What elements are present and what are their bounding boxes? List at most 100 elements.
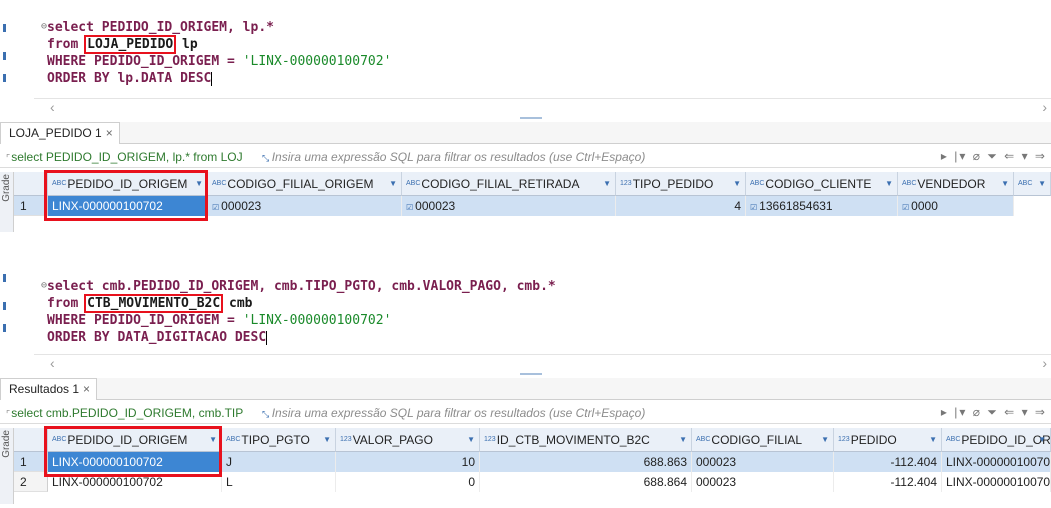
- sort-dropdown-icon[interactable]: ▼: [679, 428, 687, 451]
- column-header[interactable]: ABCCODIGO_FILIAL_ORIGEM ▼: [208, 172, 402, 196]
- sql-alias: lp: [174, 37, 198, 52]
- sql-line-2: from CTB_MOVIMENTO_B2C cmb: [47, 294, 253, 313]
- sort-dropdown-icon[interactable]: ▼: [467, 428, 475, 451]
- column-header[interactable]: 123PEDIDO ▼: [834, 428, 942, 452]
- panel-splitter[interactable]: [520, 371, 542, 376]
- sort-dropdown-icon[interactable]: ▼: [1038, 172, 1046, 195]
- sql-line-4: ORDER BY DATA_DIGITACAO DESC: [47, 330, 268, 346]
- row-number-header: [14, 428, 48, 452]
- column-header[interactable]: ABCTIPO_PGTO ▼: [222, 428, 336, 452]
- sql-string: 'LINX-000000100702': [242, 54, 392, 69]
- sql-line-3: WHERE PEDIDO_ID_ORIGEM = 'LINX-000000100…: [47, 54, 391, 70]
- table-cell[interactable]: LINX-00000010070: [942, 452, 1051, 472]
- column-header[interactable]: ABCCODIGO_CLIENTE ▼: [746, 172, 898, 196]
- scroll-right-icon[interactable]: ›: [1042, 355, 1047, 371]
- column-header[interactable]: 123TIPO_PEDIDO ▼: [616, 172, 746, 196]
- sort-dropdown-icon[interactable]: ▼: [1001, 172, 1009, 195]
- table-cell[interactable]: ☑ 000023: [402, 196, 616, 216]
- column-header[interactable]: ABCCODIGO_FILIAL ▼: [692, 428, 834, 452]
- table-cell[interactable]: -112.404: [834, 452, 942, 472]
- cell-value: 688.864: [643, 475, 687, 489]
- cell-value: 000023: [221, 199, 262, 213]
- table-cell[interactable]: ☑ 13661854631: [746, 196, 898, 216]
- sort-dropdown-icon[interactable]: ▼: [323, 428, 331, 451]
- table-cell[interactable]: -112.404: [834, 472, 942, 492]
- grid-side-tab[interactable]: Grade: [0, 172, 14, 232]
- cell-value: J: [226, 455, 232, 469]
- sql-line-2: from LOJA_PEDIDO lp: [47, 35, 198, 54]
- sql-line-3: WHERE PEDIDO_ID_ORIGEM = 'LINX-000000100…: [47, 313, 391, 329]
- sort-dropdown-icon[interactable]: ▼: [821, 428, 829, 451]
- row-number[interactable]: 1: [14, 196, 48, 216]
- tab-loja-pedido-1[interactable]: LOJA_PEDIDO 1 ×: [0, 122, 120, 144]
- sql-line-1: select cmb.PEDIDO_ID_ORIGEM, cmb.TIPO_PG…: [47, 279, 556, 295]
- highlight-box: [44, 426, 222, 477]
- table-cell[interactable]: 000023: [692, 452, 834, 472]
- table-cell[interactable]: J: [222, 452, 336, 472]
- table-cell[interactable]: ☑ 0000: [898, 196, 1014, 216]
- sql-editor[interactable]: ⊖ select cmb.PEDIDO_ID_ORIGEM, cmb.TIPO_…: [0, 262, 1051, 346]
- close-icon[interactable]: ×: [106, 126, 113, 140]
- cell-value: 4: [734, 199, 741, 213]
- expand-icon: ⤡: [262, 153, 272, 163]
- row-number[interactable]: 1: [14, 452, 48, 472]
- editor-horizontal-scrollbar[interactable]: ‹ ›: [34, 354, 1051, 371]
- filter-toolbar[interactable]: ▸ |▾ ⌀ ⏷ ⇐ ▾ ⇒: [941, 405, 1047, 420]
- column-header-label: VALOR_PAGO: [352, 433, 433, 447]
- column-header[interactable]: 123ID_CTB_MOVIMENTO_B2C ▼: [480, 428, 692, 452]
- panel-splitter[interactable]: [520, 115, 542, 120]
- sort-dropdown-icon[interactable]: ▼: [885, 172, 893, 195]
- sql-text: DATA_DIGITACAO: [109, 330, 235, 345]
- column-header[interactable]: ABC ▼: [1014, 172, 1051, 196]
- filter-query[interactable]: ⌜select PEDIDO_ID_ORIGEM, lp.* from LOJ: [6, 150, 243, 164]
- row-number[interactable]: 2: [14, 472, 48, 492]
- table-cell[interactable]: 688.863: [480, 452, 692, 472]
- table-name-highlight: LOJA_PEDIDO: [84, 35, 177, 54]
- grid-side-tab[interactable]: Grade: [0, 428, 14, 504]
- table-cell[interactable]: 000023: [692, 472, 834, 492]
- text-caret: [211, 71, 213, 86]
- filter-bar[interactable]: ⌜select PEDIDO_ID_ORIGEM, lp.* from LOJ …: [0, 146, 1051, 168]
- sort-dropdown-icon[interactable]: ▼: [389, 172, 397, 195]
- column-header-label: CODIGO_FILIAL: [711, 433, 803, 447]
- close-icon[interactable]: ×: [83, 382, 90, 396]
- sort-dropdown-icon[interactable]: ▼: [733, 172, 741, 195]
- table-cell[interactable]: LINX-00000010070: [942, 472, 1051, 492]
- filter-toolbar[interactable]: ▸ |▾ ⌀ ⏷ ⇐ ▾ ⇒: [941, 149, 1047, 164]
- column-header-label: TIPO_PGTO: [241, 433, 310, 447]
- text-caret: [266, 330, 268, 345]
- filter-input[interactable]: ⤡ Insira uma expressão SQL para filtrar …: [262, 406, 645, 420]
- table-cell[interactable]: 4: [616, 196, 746, 216]
- scroll-left-icon[interactable]: ‹: [50, 99, 55, 115]
- grid-side-label: Grade: [1, 174, 12, 202]
- column-header-label: CODIGO_CLIENTE: [765, 177, 872, 191]
- result-grid[interactable]: Grade ABCPEDIDO_ID_ORIGEM ▼ ABCCODIGO_FILI…: [0, 170, 1051, 232]
- type-icon: ABC: [750, 180, 765, 187]
- column-header[interactable]: ABCVENDEDOR ▼: [898, 172, 1014, 196]
- filter-input[interactable]: ⤡ Insira uma expressão SQL para filtrar …: [262, 150, 645, 164]
- column-header[interactable]: ABCCODIGO_FILIAL_RETIRADA ▼: [402, 172, 616, 196]
- table-cell[interactable]: ☑ 000023: [208, 196, 402, 216]
- result-grid[interactable]: Grade ABCPEDIDO_ID_ORIGEM ▼ ABCTIPO_PGTO ▼ 1…: [0, 426, 1051, 504]
- filter-query-text: select PEDIDO_ID_ORIGEM, lp.* from LOJ: [11, 150, 243, 164]
- sort-dropdown-icon[interactable]: ▼: [1038, 428, 1046, 451]
- table-cell[interactable]: L: [222, 472, 336, 492]
- tab-resultados-1[interactable]: Resultados 1 ×: [0, 378, 98, 400]
- sort-dropdown-icon[interactable]: ▼: [929, 428, 937, 451]
- scroll-right-icon[interactable]: ›: [1042, 99, 1047, 115]
- column-header[interactable]: ABCPEDIDO_ID_ORI ▼: [942, 428, 1051, 452]
- editor-horizontal-scrollbar[interactable]: ‹ ›: [34, 98, 1051, 115]
- column-header[interactable]: 123VALOR_PAGO ▼: [336, 428, 480, 452]
- filter-bar[interactable]: ⌜select cmb.PEDIDO_ID_ORIGEM, cmb.TIP ⤡ …: [0, 402, 1051, 424]
- table-cell[interactable]: 10: [336, 452, 480, 472]
- sql-text: lp.DATA: [109, 71, 181, 86]
- filter-query[interactable]: ⌜select cmb.PEDIDO_ID_ORIGEM, cmb.TIP: [6, 406, 243, 420]
- scroll-left-icon[interactable]: ‹: [50, 355, 55, 371]
- table-cell[interactable]: 688.864: [480, 472, 692, 492]
- sql-editor[interactable]: ⊖ select PEDIDO_ID_ORIGEM, lp.* from LOJ…: [0, 0, 1051, 98]
- sort-dropdown-icon[interactable]: ▼: [603, 172, 611, 195]
- table-cell[interactable]: 0: [336, 472, 480, 492]
- type-icon: 123: [340, 436, 352, 443]
- type-icon: ABC: [696, 436, 711, 443]
- cell-value: -112.404: [890, 455, 937, 469]
